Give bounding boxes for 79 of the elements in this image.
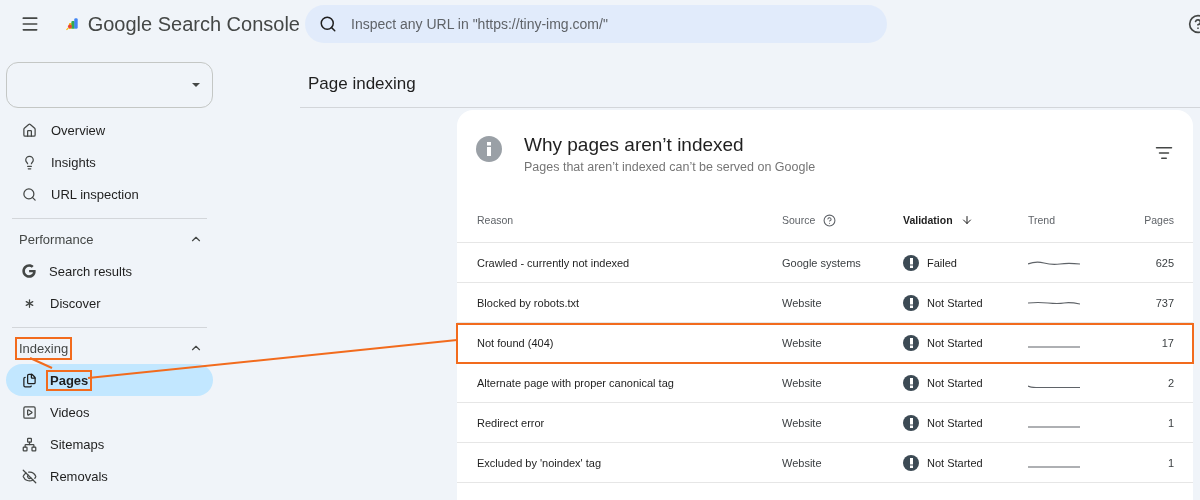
nav-icon (22, 372, 37, 388)
app-title: Google Search Console (87, 12, 300, 36)
source-cell: Website (782, 337, 822, 349)
pages-count: 625 (1155, 257, 1174, 269)
filter-icon[interactable] (1155, 144, 1173, 162)
source-cell: Website (782, 457, 822, 469)
pages-count: 17 (1161, 337, 1174, 349)
reason-cell: Not found (404) (477, 337, 554, 349)
leader-line (29, 357, 53, 369)
reason-cell: Redirect error (477, 417, 545, 429)
column-header[interactable]: Trend (1028, 214, 1056, 226)
card-subtitle: Pages that aren’t indexed can’t be served on Google (524, 160, 817, 174)
table-row[interactable]: Not found (404) Website Not Started 17 (457, 324, 1193, 363)
alert-icon (903, 295, 919, 311)
sort-arrow-icon[interactable] (960, 214, 973, 226)
reason-cell: Crawled - currently not indexed (477, 257, 630, 269)
nav-icon (22, 436, 37, 452)
nav-item[interactable]: Search results (6, 255, 213, 287)
trend-sparkline (1028, 466, 1080, 468)
help-icon[interactable] (823, 213, 837, 227)
nav-item[interactable]: Insights (6, 146, 213, 178)
nav-item[interactable]: Removals (6, 460, 213, 492)
nav-icon (22, 468, 37, 484)
card-title: Why pages aren’t indexed (524, 134, 745, 156)
page-title: Page indexing (307, 73, 417, 95)
nav-icon (22, 154, 37, 170)
search-icon (319, 15, 337, 33)
pages-count: 2 (1167, 377, 1174, 389)
trend-sparkline (1028, 426, 1080, 428)
caret-icon (192, 83, 200, 87)
pages-count: 737 (1155, 297, 1174, 309)
trend-sparkline (1028, 346, 1080, 348)
column-header[interactable]: Validation (903, 214, 973, 226)
section-heading: Indexing (17, 338, 71, 358)
validation-status: Not Started (903, 455, 1028, 471)
nav-icon (22, 404, 37, 420)
table-row[interactable]: Blocked by robots.txt Website Not Started 737 (457, 284, 1193, 323)
nav-item[interactable]: Pages (6, 364, 213, 396)
table-row[interactable]: Redirect error Website Not Started 1 (457, 404, 1193, 443)
alert-icon (903, 255, 919, 271)
source-cell: Website (782, 417, 822, 429)
google-g-icon (22, 264, 36, 278)
source-cell: Website (782, 297, 822, 309)
pages-count: 1 (1167, 417, 1174, 429)
trend-sparkline (1028, 385, 1080, 389)
alert-icon (903, 335, 919, 351)
source-cell: Google systems (782, 257, 861, 269)
reason-cell: Alternate page with proper canonical tag (477, 377, 674, 389)
alert-icon (903, 455, 919, 471)
nav-item[interactable]: Discover (6, 287, 213, 319)
alert-icon (903, 415, 919, 431)
nav-icon (22, 122, 37, 138)
validation-status: Not Started (903, 295, 1028, 311)
nav-item[interactable]: Sitemaps (6, 428, 213, 460)
alert-icon (903, 375, 919, 391)
source-cell: Website (782, 377, 822, 389)
menu-icon[interactable] (20, 14, 40, 34)
validation-status: Not Started (903, 415, 1028, 431)
pages-count: 1 (1167, 457, 1174, 469)
column-header[interactable]: Reason (477, 214, 514, 226)
table-row[interactable]: Crawled - currently not indexed Google systems Failed 625 (457, 244, 1193, 283)
column-header[interactable]: Source (782, 213, 837, 227)
validation-status: Failed (903, 255, 1028, 271)
nav-item[interactable]: Videos (6, 396, 213, 428)
nav-item[interactable]: Overview (6, 114, 213, 146)
nav-item[interactable]: URL inspection (6, 178, 213, 210)
reason-cell: Blocked by robots.txt (477, 297, 580, 309)
url-search-field[interactable]: Inspect any URL in "https://tiny-img.com/" (305, 5, 887, 43)
table-row[interactable]: Excluded by 'noindex' tag Website Not Started 1 (457, 444, 1193, 483)
nav-icon (22, 186, 37, 202)
validation-status: Not Started (903, 375, 1028, 391)
validation-status: Not Started (903, 335, 1028, 351)
trend-sparkline (1028, 260, 1080, 266)
column-header[interactable]: Pages (1144, 214, 1174, 226)
reason-cell: Excluded by 'noindex' tag (477, 457, 602, 469)
table-row[interactable]: Alternate page with proper canonical tag Website Not Started 2 (457, 364, 1193, 403)
info-icon (476, 136, 502, 162)
section-heading: Performance (18, 230, 95, 249)
trend-sparkline (1028, 301, 1080, 305)
